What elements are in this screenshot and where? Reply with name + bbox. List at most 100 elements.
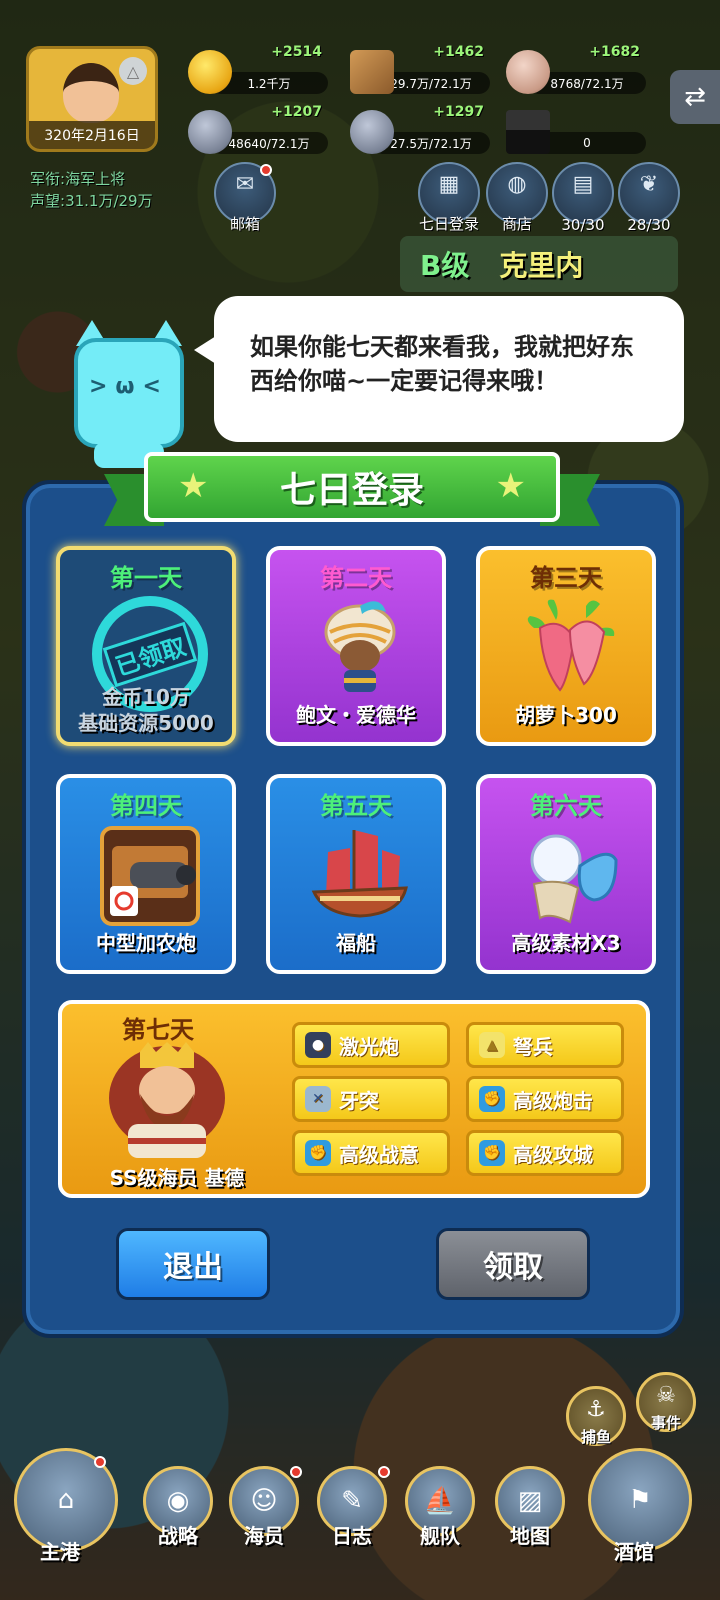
notification-dot: [260, 164, 272, 176]
day-1-card[interactable]: 第一天 已领取 金币10万 基础资源5000: [56, 546, 236, 746]
material-bundle-icon: [530, 834, 618, 924]
notification-dot: [290, 1466, 302, 1478]
shop-button[interactable]: ◍ 商店: [486, 162, 548, 233]
stone-resource[interactable]: +1682 8768/72.1万: [506, 44, 646, 94]
day-2-reward: 鲍文・爱德华: [296, 703, 416, 727]
fame-value: 31.1万/29万: [65, 192, 153, 210]
region-name: 克里内: [499, 249, 584, 282]
fame-label: 声望:: [30, 192, 66, 210]
stone-icon: [506, 50, 550, 94]
day-7-title: 第七天: [122, 1016, 194, 1044]
crossed-swords-icon: ✕: [305, 1086, 331, 1112]
nav-label: 酒馆: [614, 1540, 654, 1564]
day-5-card[interactable]: 第五天 福船: [266, 774, 446, 974]
scroll-button[interactable]: ❦ 28/30: [618, 162, 680, 234]
graduation-cap-icon: [506, 110, 550, 154]
dialog-title-ribbon: 七日登录 ★ ★: [104, 452, 600, 532]
reward-chip-advanced-bombard[interactable]: ✊ 高级炮击: [466, 1076, 624, 1122]
day-3-title: 第三天: [530, 564, 602, 592]
reward-chip-label: 弩兵: [513, 1034, 553, 1059]
gold-resource[interactable]: +2514 1.2千万: [188, 44, 328, 94]
nav-tavern[interactable]: ⚑ 酒馆: [588, 1448, 692, 1564]
claimed-label: 已领取: [102, 621, 198, 687]
book-icon: ▤: [572, 172, 594, 197]
star-icon: ★: [178, 466, 209, 506]
ore-gain: +1297: [433, 104, 484, 120]
fist-icon: ✊: [479, 1086, 505, 1112]
nav-map[interactable]: ▨ 地图: [484, 1466, 576, 1570]
rank-value: 海军上将: [65, 170, 126, 188]
rank-triangle-icon: △: [119, 57, 147, 85]
day-6-card[interactable]: 第六天 高级素材X3: [476, 774, 656, 974]
speech-text: 如果你能七天都来看我，我就把好东西给你喵~一定要记得来哦！: [250, 333, 634, 395]
swap-arrows-icon: ⇄: [684, 82, 706, 112]
fishing-button[interactable]: ⚓ 捕鱼: [566, 1386, 626, 1446]
iron-gain: +1207: [271, 104, 322, 120]
day-5-reward: 福船: [336, 931, 376, 955]
mailbox-button[interactable]: ✉ 邮箱: [214, 162, 276, 233]
quest-book-button[interactable]: ▤ 30/30: [552, 162, 614, 234]
day-6-title: 第六天: [530, 792, 602, 820]
player-rank-info: 军衔:海军上将 声望:31.1万/29万: [30, 168, 153, 212]
notification-dot: [378, 1466, 390, 1478]
reward-chip-laser-cannon[interactable]: ● 激光炮: [292, 1022, 450, 1068]
reward-chip-advanced-fighting-spirit[interactable]: ✊ 高级战意: [292, 1130, 450, 1176]
player-avatar[interactable]: △ 320年2月16日: [26, 46, 158, 152]
day-4-title: 第四天: [110, 792, 182, 820]
reward-chip-fang-thrust[interactable]: ✕ 牙突: [292, 1076, 450, 1122]
wood-icon: [350, 50, 394, 94]
top-hud: △ 320年2月16日 军衔:海军上将 声望:31.1万/29万 +2514 1…: [0, 0, 720, 240]
gold-gain: +2514: [271, 44, 322, 60]
mailbox-label: 邮箱: [229, 215, 260, 233]
reward-chip-label: 高级攻城: [513, 1142, 593, 1167]
reward-chip-label: 高级炮击: [513, 1088, 593, 1113]
nav-main-harbor[interactable]: ⌂ 主港: [14, 1448, 118, 1564]
fist-icon: ✊: [305, 1140, 331, 1166]
junk-ship-icon: [311, 830, 408, 918]
rank-label: 军衔:: [30, 170, 66, 188]
notification-dot: [94, 1456, 106, 1468]
mascot-eyes: >ω<: [89, 374, 169, 399]
nav-log[interactable]: ✎ 日志: [306, 1466, 398, 1570]
event-button[interactable]: ☠ 事件: [636, 1372, 696, 1432]
reward-chip-advanced-siege[interactable]: ✊ 高级攻城: [466, 1130, 624, 1176]
reward-chip-label: 激光炮: [339, 1034, 399, 1059]
day-4-card[interactable]: 第四天 中型加农炮: [56, 774, 236, 974]
nav-crew[interactable]: ☺ 海员: [218, 1466, 310, 1570]
region-grade-banner: B级 克里内: [400, 236, 678, 292]
nav-label: 地图: [510, 1524, 550, 1548]
fist-icon: ✊: [479, 1140, 505, 1166]
fishing-icon: ⚓: [586, 1397, 606, 1422]
day-2-title: 第二天: [320, 564, 392, 592]
nav-fleet[interactable]: ⛵ 舰队: [394, 1466, 486, 1570]
day-5-title: 第五天: [320, 792, 392, 820]
ore-resource[interactable]: +1297 27.5万/72.1万: [350, 104, 490, 154]
exit-button[interactable]: 退出: [116, 1228, 270, 1300]
kidd-hero-icon: [109, 1042, 225, 1158]
reward-chip-label: 高级战意: [339, 1142, 419, 1167]
claim-button[interactable]: 领取: [436, 1228, 590, 1300]
wood-gain: +1462: [433, 44, 484, 60]
bag-icon: ◍: [507, 172, 527, 197]
seven-day-login-button[interactable]: ▦ 七日登录: [418, 162, 480, 233]
wood-resource[interactable]: +1462 29.7万/72.1万: [350, 44, 490, 94]
scroll-count: 28/30: [627, 216, 671, 234]
iron-resource[interactable]: +1207 48640/72.1万: [188, 104, 328, 154]
day-3-reward: 胡萝卜300: [515, 703, 617, 727]
nav-label: 日志: [332, 1524, 372, 1548]
day-3-card[interactable]: 第三天 胡萝卜300: [476, 546, 656, 746]
reward-chip-crossbowman[interactable]: ▲ 弩兵: [466, 1022, 624, 1068]
day-2-card[interactable]: 第二天 鲍文・爱德华: [266, 546, 446, 746]
day-7-reward: SS级海员 基德: [109, 1166, 245, 1190]
day-1-reward: 金币10万 基础资源5000: [78, 685, 214, 735]
scroll-icon: ❦: [639, 172, 659, 197]
speech-bubble: 如果你能七天都来看我，我就把好东西给你喵~一定要记得来哦！: [194, 296, 684, 442]
stone-gain: +1682: [589, 44, 640, 60]
swap-arrows-button[interactable]: ⇄: [670, 70, 720, 124]
star-icon: ★: [495, 466, 526, 506]
nav-label: 主港: [40, 1540, 80, 1564]
cat-mascot: >ω<: [64, 320, 184, 468]
nav-strategy[interactable]: ◉ 战略: [132, 1466, 224, 1570]
calendar-icon: ▦: [438, 172, 460, 197]
scholar-resource[interactable]: 0: [506, 104, 646, 154]
